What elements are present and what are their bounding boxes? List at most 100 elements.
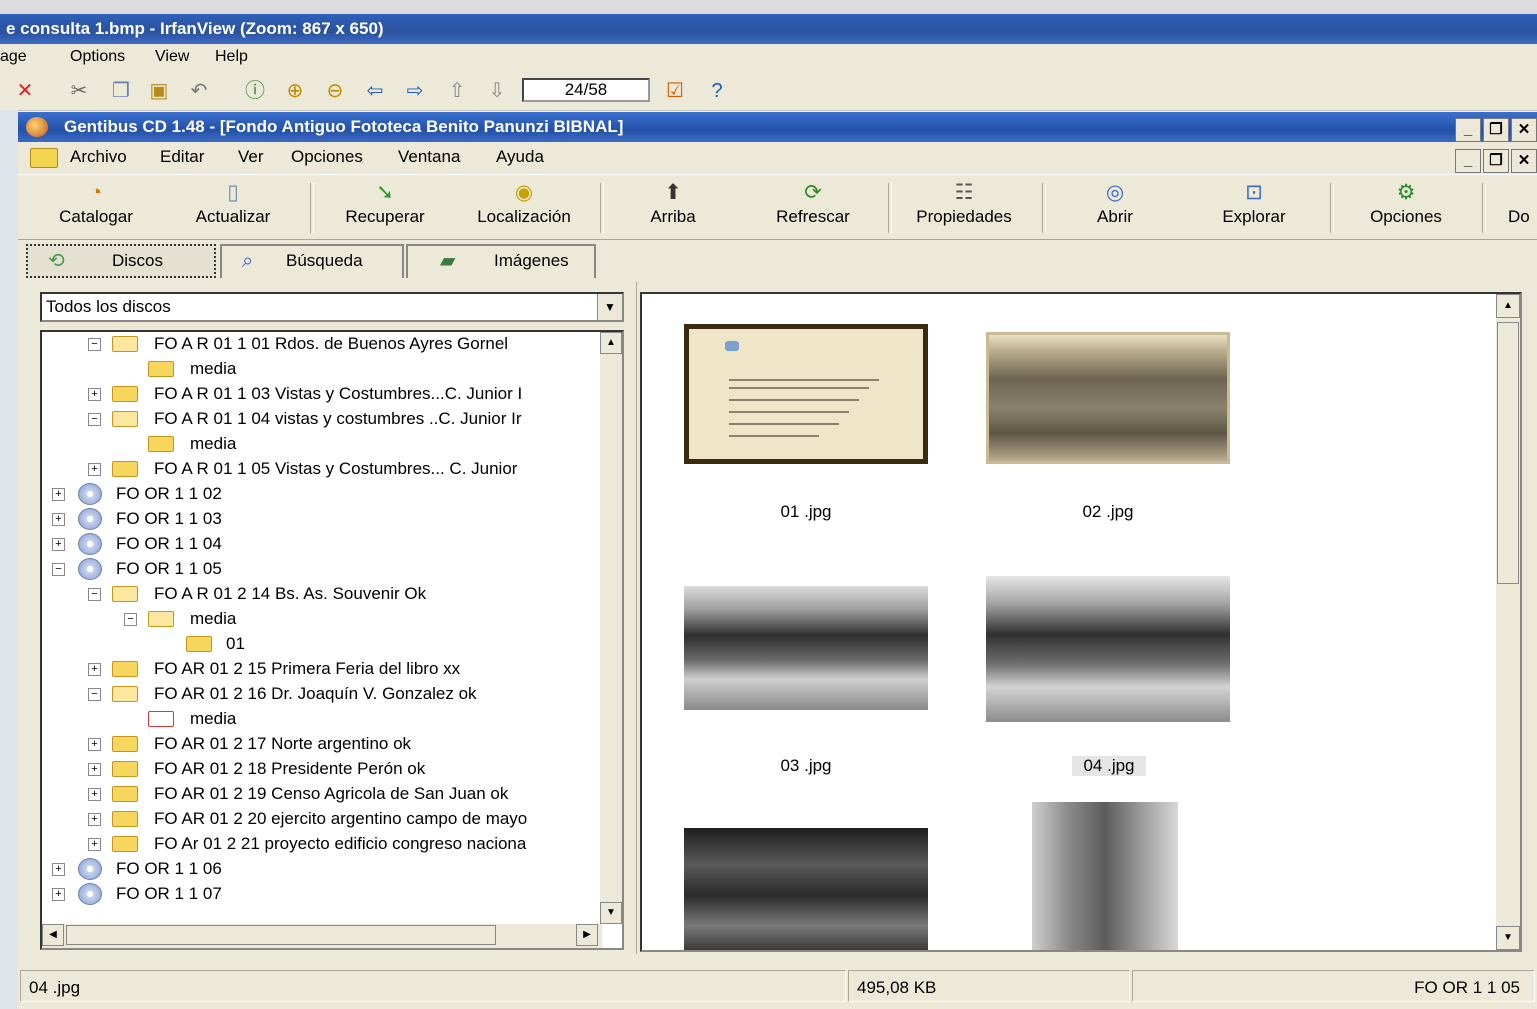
cut-icon[interactable]: ✂ (66, 78, 92, 104)
dropdown-arrow-icon[interactable]: ▼ (597, 294, 622, 320)
tree-node-label: FO OR 1 1 04 (116, 534, 222, 553)
thumbnail-01[interactable] (684, 324, 928, 464)
abrir-button[interactable]: ◎ Abrir (1072, 179, 1158, 235)
actualizar-button[interactable]: ▯ Actualizar (178, 179, 288, 235)
tree-vertical-scrollbar[interactable]: ▲ ▼ (600, 332, 622, 924)
gentibus-window: Gentibus CD 1.48 - [Fondo Antiguo Fotote… (18, 112, 1537, 1009)
expand-icon[interactable]: + (88, 388, 101, 401)
toolbar-separator (1330, 183, 1334, 233)
scroll-right-icon[interactable]: ▶ (576, 924, 598, 946)
paste-icon[interactable]: ▣ (146, 78, 172, 104)
scroll-thumb[interactable] (1497, 322, 1519, 584)
menu-help[interactable]: Help (215, 44, 248, 70)
expand-icon[interactable]: + (88, 788, 101, 801)
menu-ver[interactable]: Ver (238, 142, 264, 172)
mdi-restore-button[interactable]: ❐ (1483, 149, 1509, 173)
folder-open-icon (112, 411, 138, 427)
menu-view[interactable]: View (155, 44, 189, 70)
menu-ayuda[interactable]: Ayuda (496, 142, 544, 172)
close-button[interactable]: ✕ (1511, 118, 1537, 142)
disk-filter-select[interactable]: Todos los discos ▼ (40, 292, 624, 322)
settings-icon[interactable]: ☑ (662, 78, 688, 104)
collapse-icon[interactable]: − (88, 338, 101, 351)
recuperar-button[interactable]: ➘ Recuperar (330, 179, 440, 235)
propiedades-button[interactable]: ☷ Propiedades (902, 179, 1026, 235)
catalogar-button[interactable]: ◔ Catalogar (46, 179, 146, 235)
thumbnail-02[interactable] (986, 332, 1230, 464)
menu-ventana[interactable]: Ventana (398, 142, 460, 172)
expand-icon[interactable]: + (52, 888, 65, 901)
thumbnail-05[interactable] (684, 828, 928, 950)
update-icon: ▯ (227, 181, 239, 204)
undo-icon[interactable]: ↶ (186, 78, 212, 104)
explorar-label: Explorar (1222, 207, 1286, 226)
thumbnail-06[interactable] (1032, 802, 1178, 950)
delete-icon[interactable]: ✕ (12, 78, 38, 104)
menu-options[interactable]: Options (70, 44, 125, 70)
cut-off-toolbar-button[interactable]: . Do (1508, 179, 1537, 235)
scroll-down-icon[interactable]: ▼ (600, 902, 622, 924)
tab-busqueda[interactable]: ⌕ Búsqueda (220, 244, 404, 278)
thumbnail-vertical-scrollbar[interactable]: ▲ ▼ (1496, 294, 1520, 950)
copy-icon[interactable]: ❐ (108, 78, 134, 104)
collapse-icon[interactable]: − (124, 613, 137, 626)
expand-icon[interactable]: + (52, 513, 65, 526)
expand-icon[interactable]: + (88, 663, 101, 676)
restore-button[interactable]: ❐ (1483, 118, 1509, 142)
explorar-button[interactable]: ⊡ Explorar (1202, 179, 1306, 235)
mdi-minimize-button[interactable]: _ (1455, 149, 1481, 173)
disk-tree: − FO A R 01 1 01 Rdos. de Buenos Ayres G… (40, 330, 624, 950)
next-icon[interactable]: ⇨ (402, 78, 428, 104)
expand-icon[interactable]: + (52, 538, 65, 551)
last-icon[interactable]: ⇩ (484, 78, 510, 104)
help-icon[interactable]: ? (704, 78, 730, 104)
tree-horizontal-scrollbar[interactable]: ◀ ▶ (42, 924, 602, 948)
thumbnail-caption: 01 .jpg (780, 502, 832, 521)
expand-icon[interactable]: + (52, 488, 65, 501)
zoom-in-icon[interactable]: ⊕ (282, 78, 308, 104)
previous-icon[interactable]: ⇦ (362, 78, 388, 104)
scroll-thumb[interactable] (66, 925, 496, 945)
collapse-icon[interactable]: − (88, 413, 101, 426)
collapse-icon[interactable]: − (88, 588, 101, 601)
expand-icon[interactable]: + (88, 738, 101, 751)
catalogar-label: Catalogar (59, 207, 133, 226)
info-icon[interactable]: ⓘ (242, 78, 268, 104)
menu-editar[interactable]: Editar (160, 142, 204, 172)
thumbnail-04[interactable] (986, 576, 1230, 722)
collapse-icon[interactable]: − (88, 688, 101, 701)
thumbnail-03[interactable] (684, 586, 928, 710)
app-menu-icon[interactable] (30, 148, 58, 168)
up-folder-icon: ⬆ (664, 181, 682, 204)
expand-icon[interactable]: + (88, 838, 101, 851)
expand-icon[interactable]: + (88, 813, 101, 826)
tab-imagenes[interactable]: ▰ Imágenes (406, 244, 596, 278)
toolbar-separator (600, 183, 604, 233)
arriba-button[interactable]: ⬆ Arriba (628, 179, 718, 235)
expand-icon[interactable]: + (88, 463, 101, 476)
menu-archivo[interactable]: Archivo (70, 142, 127, 172)
collapse-icon[interactable]: − (52, 563, 65, 576)
minimize-button[interactable]: _ (1455, 118, 1481, 142)
first-icon[interactable]: ⇧ (444, 78, 470, 104)
menu-image[interactable]: age (0, 44, 27, 70)
opciones-button[interactable]: ⚙ Opciones (1356, 179, 1456, 235)
locate-icon: ◉ (514, 181, 534, 204)
catalog-icon: ◔ (89, 181, 103, 204)
expand-icon[interactable]: + (88, 763, 101, 776)
menu-opciones[interactable]: Opciones (291, 142, 363, 172)
zoom-out-icon[interactable]: ⊖ (322, 78, 348, 104)
tree-node-label: FO OR 1 1 07 (116, 884, 222, 903)
scroll-left-icon[interactable]: ◀ (42, 924, 64, 946)
mdi-close-button[interactable]: ✕ (1511, 149, 1537, 173)
tab-discos[interactable]: ⟲ Discos (26, 244, 216, 278)
tree-node-label: FO A R 01 2 14 Bs. As. Souvenir Ok (154, 584, 427, 603)
refrescar-button[interactable]: ⟳ Refrescar (758, 179, 868, 235)
scroll-up-icon[interactable]: ▲ (1496, 294, 1520, 318)
scroll-down-icon[interactable]: ▼ (1496, 926, 1520, 950)
irfanview-toolbar: ✕ ✂ ❐ ▣ ↶ ⓘ ⊕ ⊖ ⇦ ⇨ ⇧ ⇩ ☑ ? (0, 70, 1537, 111)
localizacion-button[interactable]: ◉ Localización (464, 179, 584, 235)
toolbar-separator (310, 183, 314, 233)
expand-icon[interactable]: + (52, 863, 65, 876)
scroll-up-icon[interactable]: ▲ (600, 332, 622, 354)
